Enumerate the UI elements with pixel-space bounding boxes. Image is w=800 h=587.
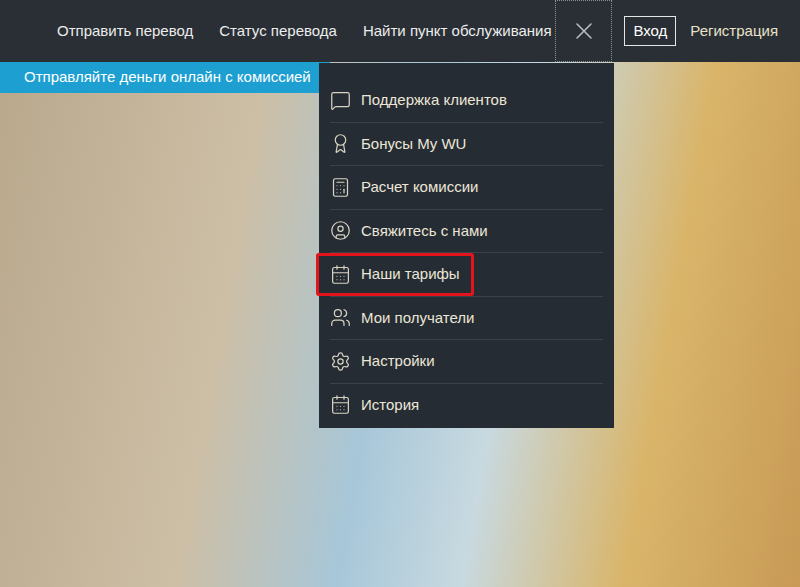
menu-item[interactable]: Наши тарифы	[330, 253, 603, 297]
calculator-icon	[330, 177, 351, 198]
menu-item[interactable]: Бонусы My WU	[330, 123, 603, 167]
contact-person-icon	[330, 220, 351, 241]
menu-item[interactable]: Свяжитесь с нами	[330, 210, 603, 254]
page: Отправить перевод Статус перевода Найти пу…	[0, 0, 800, 587]
nav-links: Отправить перевод Статус перевода Найти пу…	[0, 0, 552, 62]
nav-link[interactable]: Статус перевода	[219, 20, 337, 43]
close-icon	[570, 17, 598, 45]
nav-link[interactable]: Отправить перевод	[57, 20, 193, 43]
menu-toggle-button[interactable]	[555, 0, 612, 62]
top-nav: Отправить перевод Статус перевода Найти пу…	[0, 0, 800, 62]
history-calendar-icon	[330, 394, 351, 415]
nav-link[interactable]: Найти пункт обслуживания	[363, 20, 552, 43]
recipients-icon	[330, 307, 351, 328]
register-link[interactable]: Регистрация	[690, 20, 778, 43]
menu-item[interactable]: Настройки	[330, 340, 603, 384]
menu-item[interactable]: История	[330, 384, 603, 427]
menu-item[interactable]: Мои получатели	[330, 297, 603, 341]
promo-banner[interactable]: Отправляйте деньги онлайн с комиссией	[0, 62, 330, 93]
gear-icon	[330, 351, 351, 372]
login-button[interactable]: Вход	[624, 16, 676, 47]
bonus-medal-icon	[330, 133, 351, 154]
support-question-icon	[330, 90, 351, 111]
menu-item[interactable]: Расчет комиссии	[330, 166, 603, 210]
tariff-calendar-icon	[330, 264, 351, 285]
menu-item[interactable]: Поддержка клиентов	[330, 79, 603, 123]
dropdown-menu: Поддержка клиентовБонусы My WUРасчет ком…	[319, 63, 614, 428]
